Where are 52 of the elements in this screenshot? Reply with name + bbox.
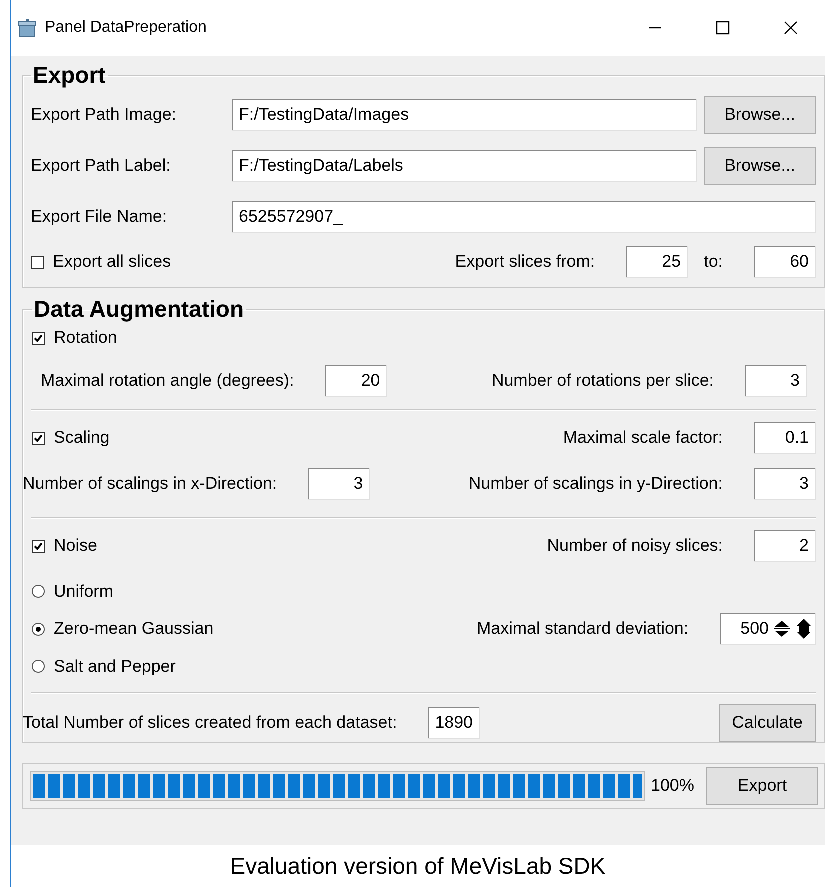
input-field[interactable]: 60 bbox=[754, 246, 816, 278]
field-label: Export Path Label: bbox=[31, 156, 171, 176]
checkbox-label: Export all slices bbox=[53, 252, 172, 272]
field-label: Maximal rotation angle (degrees): bbox=[41, 371, 294, 391]
checkbox[interactable] bbox=[31, 256, 44, 268]
input-field[interactable]: 6525572907_ bbox=[232, 200, 816, 232]
field-label: Total Number of slices created from each dataset: bbox=[23, 712, 398, 732]
input-field[interactable]: F:/TestingData/Images bbox=[232, 98, 697, 130]
checkbox-label: Rotation bbox=[54, 328, 118, 348]
field-label: Maximal standard deviation: bbox=[476, 619, 689, 640]
checkbox[interactable] bbox=[32, 332, 45, 344]
input-field[interactable]: 3 bbox=[308, 468, 370, 500]
field-label: Number of scalings in x-Direction: bbox=[23, 474, 278, 494]
input-field[interactable]: 20 bbox=[325, 365, 388, 397]
field-label: Export slices from: bbox=[455, 252, 596, 272]
radio-label: Salt and Pepper bbox=[54, 656, 176, 677]
group-title: Data Augmentation bbox=[33, 296, 245, 323]
field-label: Number of noisy slices: bbox=[547, 536, 723, 556]
spin-box[interactable]: 500 bbox=[720, 613, 816, 646]
group-title: Export bbox=[32, 62, 107, 89]
footer-text: Evaluation version of MeVisLab SDK bbox=[11, 845, 825, 887]
radio-button[interactable] bbox=[32, 622, 45, 636]
input-field[interactable]: F:/TestingData/Labels bbox=[232, 150, 697, 182]
radio-button[interactable] bbox=[32, 585, 45, 598]
close-icon[interactable] bbox=[782, 19, 800, 37]
maximize-icon[interactable] bbox=[714, 19, 732, 37]
calculate-button[interactable]: Calculate bbox=[719, 704, 816, 742]
radio-button[interactable] bbox=[32, 660, 45, 674]
checkbox-label: Scaling bbox=[54, 428, 110, 448]
input-field[interactable]: 0.1 bbox=[754, 422, 816, 454]
input-field[interactable]: 3 bbox=[754, 468, 816, 500]
checkbox[interactable] bbox=[32, 540, 45, 552]
field-label: Number of scalings in y-Direction: bbox=[468, 474, 723, 494]
checkbox-label: Noise bbox=[54, 536, 98, 556]
input-field[interactable]: 3 bbox=[745, 365, 807, 397]
progress-reading: 100% bbox=[651, 776, 694, 796]
input-field[interactable]: 2 bbox=[754, 530, 816, 562]
radio-label: Uniform bbox=[54, 582, 114, 602]
export-button[interactable]: Export bbox=[706, 767, 818, 805]
browse-button[interactable]: Browse... bbox=[704, 146, 816, 184]
radio-label: Zero-mean Gaussian bbox=[54, 619, 214, 640]
checkbox[interactable] bbox=[32, 432, 45, 444]
input-field[interactable]: 1890 bbox=[428, 706, 480, 738]
field-label: Export File Name: bbox=[31, 206, 168, 226]
input-field[interactable]: 25 bbox=[626, 246, 688, 278]
browse-button[interactable]: Browse... bbox=[704, 96, 816, 134]
app-icon bbox=[18, 18, 37, 38]
field-label: Export Path Image: bbox=[31, 104, 177, 124]
field-label: Number of rotations per slice: bbox=[492, 371, 714, 391]
window-title: Panel DataPreperation bbox=[45, 19, 208, 37]
field-label: Maximal scale factor: bbox=[563, 428, 723, 448]
field-label: to: bbox=[704, 252, 723, 272]
